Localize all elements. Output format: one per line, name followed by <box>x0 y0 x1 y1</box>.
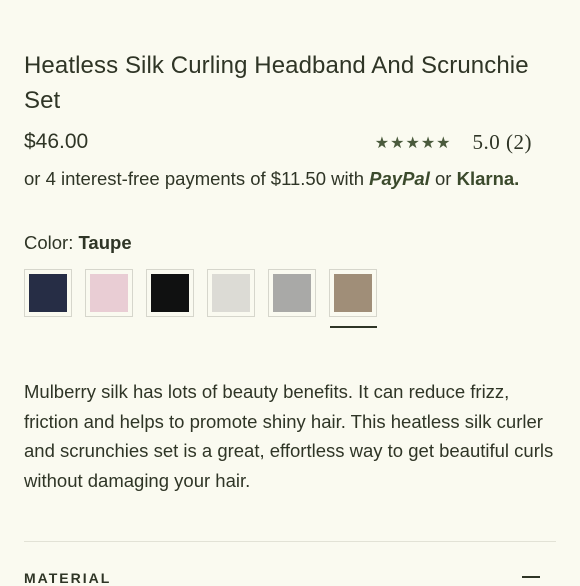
installment-payments-text: or 4 interest-free payments of $11.50 wi… <box>24 166 519 192</box>
section-divider <box>24 541 556 542</box>
color-label: Color: Taupe <box>24 230 132 256</box>
color-swatch-black[interactable] <box>146 269 194 317</box>
star-icon: ★ <box>374 134 390 152</box>
product-rating[interactable]: ★ ★ ★ ★ ★ 5.0 (2) <box>375 130 532 155</box>
color-swatch-navy[interactable] <box>24 269 72 317</box>
star-icon: ★ <box>436 134 451 152</box>
rating-score-link[interactable]: 5.0 (2) <box>473 130 533 155</box>
klarna-logo[interactable]: Klarna. <box>457 168 520 189</box>
star-icon: ★ <box>420 134 436 152</box>
swatch-chip <box>90 274 128 312</box>
paypal-logo[interactable]: PayPal <box>369 168 430 189</box>
swatch-chip <box>334 274 372 312</box>
accordion-toggle-icon[interactable] <box>522 576 540 578</box>
color-swatch-grey[interactable] <box>268 269 316 317</box>
rating-stars: ★ ★ ★ ★ ★ <box>375 133 451 153</box>
selected-color-name: Taupe <box>78 232 132 253</box>
installment-prefix: or 4 interest-free payments of $11.50 wi… <box>24 168 370 189</box>
color-swatch-taupe[interactable] <box>329 269 377 328</box>
product-price: $46.00 <box>24 130 89 153</box>
color-swatch-ivory[interactable] <box>207 269 255 317</box>
installment-or: or <box>429 168 457 189</box>
product-title: Heatless Silk Curling Headband And Scrun… <box>24 52 529 114</box>
material-accordion-header[interactable]: MATERIAL <box>24 570 111 586</box>
swatch-chip <box>151 274 189 312</box>
color-swatch-pink[interactable] <box>85 269 133 317</box>
star-icon: ★ <box>405 134 420 152</box>
swatch-chip <box>212 274 250 312</box>
color-label-prefix: Color: <box>24 232 79 253</box>
color-swatch-list <box>24 269 377 328</box>
star-icon: ★ <box>390 134 405 152</box>
swatch-chip <box>273 274 311 312</box>
product-description: Mulberry silk has lots of beauty benefit… <box>24 381 554 491</box>
swatch-chip <box>29 274 67 312</box>
